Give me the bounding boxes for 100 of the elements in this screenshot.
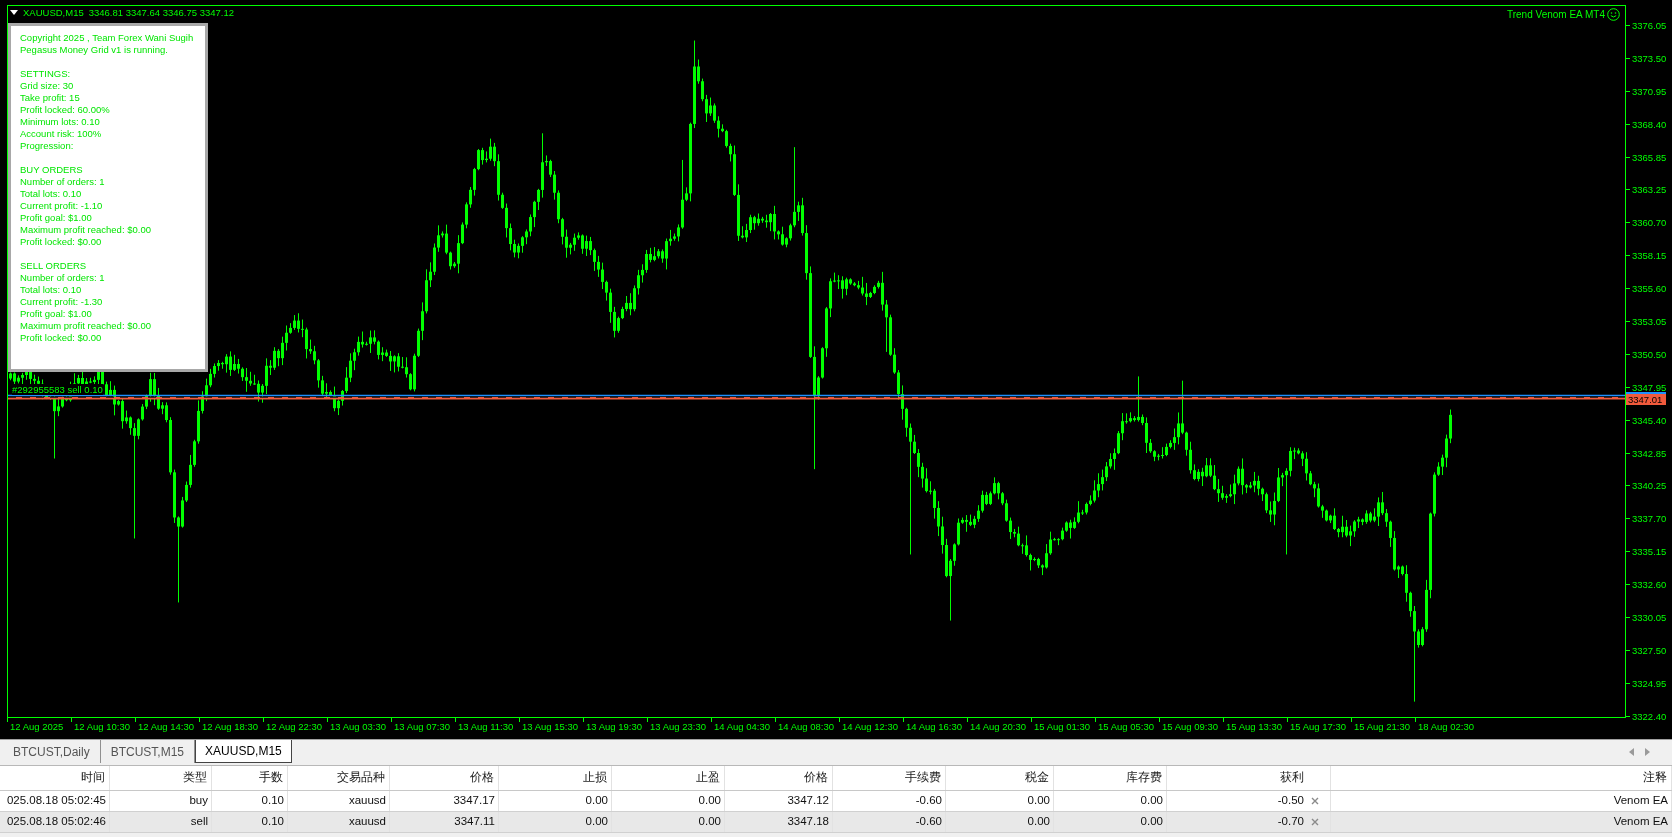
table-cell: 0.00: [612, 791, 725, 811]
table-cell: 0.00: [1054, 812, 1167, 832]
time-axis-label: 13 Aug 15:30: [522, 721, 578, 732]
info-text: Total lots: 0.10: [20, 188, 83, 200]
close-icon[interactable]: [1311, 818, 1319, 826]
caret-left-icon[interactable]: [1629, 747, 1634, 756]
close-icon[interactable]: [1311, 797, 1319, 805]
price-axis-label: 3360.70: [1632, 217, 1667, 229]
column-header[interactable]: 获利: [1167, 766, 1331, 790]
time-axis-label: 13 Aug 07:30: [394, 721, 450, 732]
column-header[interactable]: 税金: [946, 766, 1054, 790]
info-text: Profit goal: $1.00: [20, 212, 93, 224]
price-axis-label: 3332.60: [1632, 579, 1667, 591]
price-axis-label: 3335.15: [1632, 546, 1667, 558]
column-header[interactable]: 价格: [390, 766, 499, 790]
table-cell: 0.00: [499, 812, 612, 832]
table-cell: 3347.17: [390, 791, 499, 811]
time-axis-label: 12 Aug 22:30: [266, 721, 322, 732]
chart-tab[interactable]: XAUUSD,M15: [195, 740, 292, 763]
column-header[interactable]: 手续费: [833, 766, 946, 790]
column-header[interactable]: 手数: [212, 766, 288, 790]
column-header[interactable]: 时间: [0, 766, 110, 790]
price-axis-label: 3322.40: [1632, 710, 1667, 722]
price-axis-label: 3337.70: [1632, 513, 1667, 525]
table-cell: -0.60: [833, 791, 946, 811]
time-axis-label: 13 Aug 11:30: [458, 721, 514, 732]
time-axis-label: 14 Aug 16:30: [906, 721, 962, 732]
time-axis-label: 13 Aug 19:30: [586, 721, 642, 732]
info-text: Progression:: [20, 140, 75, 152]
time-axis-label: 12 Aug 10:30: [74, 721, 130, 732]
table-cell-text: -0.70: [1277, 814, 1304, 830]
price-axis-label: 3370.95: [1632, 85, 1667, 97]
chart-symbol: XAUUSD,M15: [23, 7, 84, 18]
price-axis-label: 3347.95: [1632, 381, 1667, 393]
price-axis-label: 3355.60: [1632, 283, 1667, 295]
table-cell: 0.00: [499, 791, 612, 811]
time-axis-label: 14 Aug 20:30: [970, 721, 1026, 732]
info-text: Account risk: 100%: [20, 128, 103, 140]
price-axis-label: 3353.05: [1632, 315, 1667, 327]
table-cell: 3347.18: [725, 812, 833, 832]
time-axis-label: 13 Aug 23:30: [650, 721, 706, 732]
info-text: Number of orders: 1: [20, 176, 106, 188]
caret-right-icon[interactable]: [1645, 747, 1650, 756]
price-label: 3347.01: [1626, 394, 1666, 405]
time-axis-label: 15 Aug 09:30: [1162, 721, 1218, 732]
column-header[interactable]: 止损: [499, 766, 612, 790]
column-header[interactable]: 类型: [110, 766, 212, 790]
time-axis-label: 12 Aug 18:30: [202, 721, 258, 732]
info-text: Profit locked: 60.00%: [20, 104, 111, 116]
time-axis-label: 15 Aug 01:30: [1034, 721, 1090, 732]
table-cell: 3347.11: [390, 812, 499, 832]
price-axis-label: 3350.50: [1632, 348, 1667, 360]
column-header[interactable]: 交易品种: [288, 766, 390, 790]
info-text: Maximum profit reached: $0.00: [20, 224, 152, 236]
price-axis-label: 3368.40: [1632, 118, 1667, 130]
table-cell: 025.08.18 05:02:46: [0, 812, 110, 832]
table-cell: Venom EA: [1331, 812, 1672, 832]
price-axis-label: 3324.95: [1632, 677, 1667, 689]
time-axis-label: 13 Aug 03:30: [330, 721, 386, 732]
price-axis-label: 3345.40: [1632, 414, 1667, 426]
table-cell: 0.00: [946, 791, 1054, 811]
time-axis-label: 18 Aug 02:30: [1418, 721, 1474, 732]
price-axis-label: 3330.05: [1632, 611, 1667, 623]
table-cell: Venom EA: [1331, 791, 1672, 811]
section-title: SETTINGS:: [20, 68, 72, 80]
info-text: Pegasus Money Grid v1 is running.: [20, 44, 169, 56]
price-axis-label: 3376.05: [1632, 19, 1667, 31]
time-axis-label: 14 Aug 12:30: [842, 721, 898, 732]
table-cell: 0.00: [612, 812, 725, 832]
order-label: #292955583 sell 0.10: [12, 384, 103, 395]
column-header[interactable]: 注释: [1331, 766, 1672, 790]
table-cell: xauusd: [288, 791, 390, 811]
column-header[interactable]: 止盈: [612, 766, 725, 790]
price-axis-label: 3363.25: [1632, 184, 1667, 196]
price-axis-label: 3342.85: [1632, 447, 1667, 459]
time-axis-label: 12 Aug 2025: [10, 721, 64, 732]
time-axis-label: 12 Aug 14:30: [138, 721, 194, 732]
table-cell: -0.60: [833, 812, 946, 832]
price-axis-label: 3358.15: [1632, 250, 1667, 262]
column-header[interactable]: 价格: [725, 766, 833, 790]
table-cell: xauusd: [288, 812, 390, 832]
info-text: Profit locked: $0.00: [20, 236, 103, 248]
time-axis-label: 14 Aug 08:30: [778, 721, 834, 732]
chart-tab[interactable]: BTCUST,Daily: [3, 740, 101, 763]
info-text: Current profit: -1.10: [20, 200, 104, 212]
table-cell-text: -0.50: [1277, 793, 1304, 809]
info-text: Profit locked: $0.00: [20, 332, 103, 344]
time-axis-label: 15 Aug 17:30: [1290, 721, 1346, 732]
dropdown-caret-icon[interactable]: [10, 10, 18, 15]
table-cell: sell: [110, 812, 212, 832]
info-text: Minimum lots: 0.10: [20, 116, 101, 128]
info-text: Take profit: 15: [20, 92, 81, 104]
price-marker: [1626, 392, 1666, 394]
column-header[interactable]: 库存费: [1054, 766, 1167, 790]
price-axis-label: 3365.85: [1632, 151, 1667, 163]
info-text: Current profit: -1.30: [20, 296, 104, 308]
table-cell: buy: [110, 791, 212, 811]
section-title: BUY ORDERS: [20, 164, 84, 176]
section-title: SELL ORDERS: [20, 260, 88, 272]
table-cell: 025.08.18 05:02:45: [0, 791, 110, 811]
